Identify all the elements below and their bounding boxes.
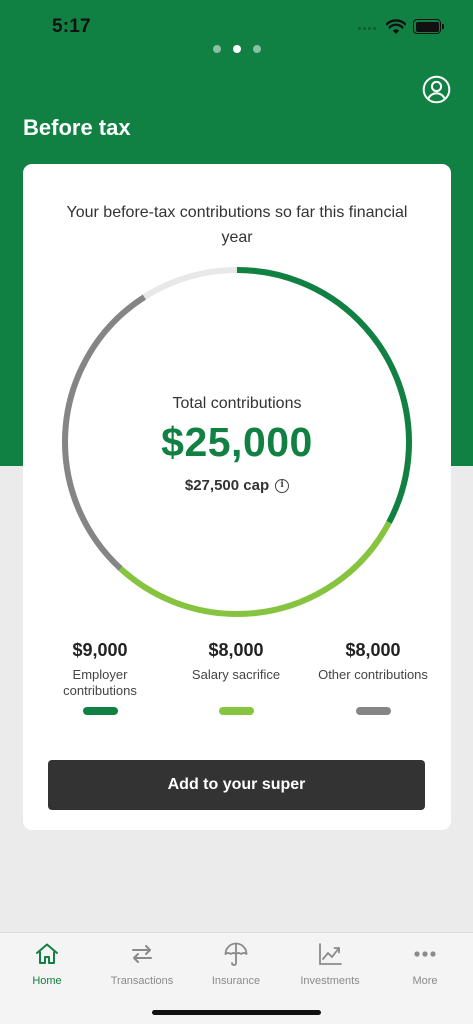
line-chart-icon [319,943,342,965]
tab-insurance[interactable]: Insurance [189,941,283,987]
tab-label: Transactions [110,975,174,987]
battery-icon [413,19,444,34]
tab-label: Home [32,975,62,987]
cellular-signal-icon [358,27,376,30]
donut-center: Total contributions $25,000 $27,500 cap … [59,264,415,620]
tab-home[interactable]: Home [0,941,94,987]
tab-label: Investments [300,975,360,987]
tab-investments[interactable]: Investments [283,941,377,987]
cap-row: $27,500 cap i [59,477,415,494]
tab-transactions[interactable]: Transactions [95,941,189,987]
card-description: Your before-tax contributions so far thi… [66,204,408,246]
more-dots-icon [414,951,436,957]
legend-label: Other contributions [318,667,428,682]
tab-more[interactable]: More [378,941,472,987]
legend-amount: $8,000 [345,640,401,660]
info-icon[interactable]: i [275,478,290,493]
home-icon [36,943,58,964]
contributions-card: Your before-tax contributions so far thi… [23,164,451,830]
home-indicator [152,1010,321,1015]
legend-salary-sacrifice: $8,000 Salary sacrifice [171,640,301,715]
add-to-super-button[interactable]: Add to your super [48,760,425,810]
page-title: Before tax [23,115,131,140]
legend-amount: $9,000 [72,640,128,660]
legend-amount: $8,000 [208,640,264,660]
tab-label: More [412,975,438,987]
umbrella-icon [224,942,248,966]
legend-other: $8,000 Other contributions [308,640,438,715]
profile-icon[interactable] [422,75,451,104]
total-contributions-value: $25,000 [161,419,313,465]
wifi-icon [386,19,406,34]
legend-employer: $9,000 Employer contributions [35,640,165,715]
status-time: 5:17 [52,16,91,37]
legend-swatch [355,707,391,715]
page-dot[interactable] [253,45,261,53]
tab-label: Insurance [211,975,261,987]
bottom-tab-bar: Home Transactions Insurance Investments … [0,932,473,1024]
legend-swatch [82,707,118,715]
legend-swatch [218,707,254,715]
total-contributions-label: Total contributions [172,395,302,412]
page-dot[interactable] [213,45,221,53]
legend-label: Salary sacrifice [191,667,281,682]
page-dot-active[interactable] [233,45,241,53]
page-indicator[interactable] [213,45,261,53]
cap-label: $27,500 cap [184,477,270,494]
legend-label: Employer contributions [63,667,137,698]
transfer-arrows-icon [132,945,152,963]
